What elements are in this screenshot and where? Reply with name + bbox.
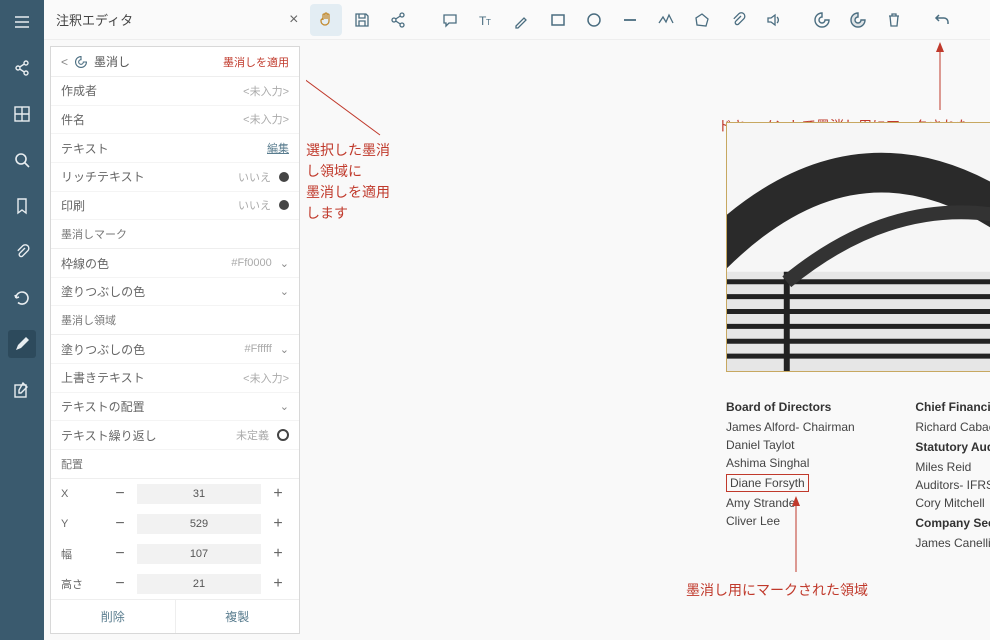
menu-icon[interactable] [8,8,36,36]
w-value[interactable]: 107 [137,544,261,564]
h-value[interactable]: 21 [137,574,261,594]
board-item: Ashima Singhal [726,456,887,470]
h-decrement-button[interactable]: − [109,573,131,595]
x-increment-button[interactable]: + [267,483,289,505]
annotation-type-label: 墨消し [94,53,130,70]
share-top-button[interactable] [382,4,414,36]
print-toggle[interactable] [279,200,289,210]
delete-button[interactable] [878,4,910,36]
board-item: Cliver Lee [726,514,887,528]
x-decrement-button[interactable]: − [109,483,131,505]
print-value: いいえ [238,197,271,213]
richtext-value: いいえ [238,169,271,185]
text-tool-button[interactable]: TT [470,4,502,36]
top-toolbar: 注釈エディタ × TT [44,0,990,40]
attach-tool-button[interactable] [722,4,754,36]
panel-title: 注釈エディタ [52,10,133,29]
w-increment-button[interactable]: + [267,543,289,565]
overlay-text-value[interactable]: <未入力> [243,370,289,386]
edit-pencil-icon[interactable] [8,330,36,358]
cfo-title: Chief Financial Officer [915,400,990,414]
comment-button[interactable] [434,4,466,36]
richtext-toggle[interactable] [279,172,289,182]
delete-annotation-button[interactable]: 削除 [51,600,175,633]
subject-value[interactable]: <未入力> [243,111,289,127]
polygon-tool-button[interactable] [686,4,718,36]
section-position: 配置 [51,450,299,479]
circle-tool-button[interactable] [578,4,610,36]
bookmark-icon[interactable] [8,192,36,220]
outline-color-chevron-icon[interactable]: ⌄ [280,257,289,270]
section-area: 墨消し領域 [51,306,299,335]
x-label: X [61,488,103,500]
y-increment-button[interactable]: + [267,513,289,535]
print-label: 印刷 [61,197,85,214]
search-icon[interactable] [8,146,36,174]
document-canvas: 選択した墨消し領域に 墨消しを適用します ドキュメントで墨消し用にマークされた … [306,40,990,640]
back-chevron-icon[interactable]: < [61,55,68,69]
fill-color-chevron-icon[interactable]: ⌄ [280,285,289,298]
undo-button[interactable] [926,4,958,36]
author-label: 作成者 [61,82,97,99]
callout-marked-area: 墨消し用にマークされた領域 [686,580,868,601]
polyline-tool-button[interactable] [650,4,682,36]
board-title: Board of Directors [726,400,887,414]
board-item: Amy Strande [726,496,887,510]
author-value[interactable]: <未入力> [243,83,289,99]
text-align-chevron-icon[interactable]: ⌄ [280,400,289,413]
h-increment-button[interactable]: + [267,573,289,595]
richtext-label: リッチテキスト [61,168,145,185]
secretary-title: Company Secretary [915,516,990,530]
annotation-editor-panel: < 墨消し 墨消しを適用 作成者 <未入力> 件名 <未入力> テキスト 編集 リッチ… [50,46,300,634]
h-label: 高さ [61,576,103,592]
grid-icon[interactable] [8,100,36,128]
x-value[interactable]: 31 [137,484,261,504]
w-decrement-button[interactable]: − [109,543,131,565]
y-decrement-button[interactable]: − [109,513,131,535]
duplicate-annotation-button[interactable]: 複製 [175,600,300,633]
w-label: 幅 [61,546,103,562]
redact-mark-button[interactable] [806,4,838,36]
area-fill-chevron-icon[interactable]: ⌄ [280,343,289,356]
column-officers: Chief Financial Officer Richard Cabacana… [915,400,990,622]
line-tool-button[interactable] [614,4,646,36]
y-label: Y [61,518,103,530]
left-toolbar [0,0,44,640]
redaction-marked-text[interactable]: Diane Forsyth [726,474,809,492]
text-edit-link[interactable]: 編集 [267,140,289,156]
area-fill-value[interactable]: #Ffffff [244,343,271,355]
rect-tool-button[interactable] [542,4,574,36]
document-image [726,122,990,372]
compose-icon[interactable] [8,376,36,404]
text-repeat-label: テキスト繰り返し [61,427,157,444]
apply-redaction-link[interactable]: 墨消しを適用 [223,54,289,70]
callout-apply-selected: 選択した墨消し領域に 墨消しを適用します [306,140,395,224]
undo-path-icon[interactable] [8,284,36,312]
overlay-text-label: 上書きテキスト [61,369,145,386]
text-align-label: テキストの配置 [61,398,145,415]
outline-color-value[interactable]: #Ff0000 [231,257,271,269]
y-value[interactable]: 529 [137,514,261,534]
area-fill-label: 塗りつぶしの色 [61,341,145,358]
section-mark: 墨消しマーク [51,220,299,249]
redact-apply-button[interactable] [842,4,874,36]
save-button[interactable] [346,4,378,36]
text-label: テキスト [61,140,109,157]
outline-color-label: 枠線の色 [61,255,109,272]
fill-color-label: 塗りつぶしの色 [61,283,145,300]
board-item: James Alford- Chairman [726,420,887,434]
attachment-icon[interactable] [8,238,36,266]
svg-text:T: T [486,18,491,27]
auditors-title: Statutory Auditors [915,440,990,454]
pen-tool-button[interactable] [506,4,538,36]
subject-label: 件名 [61,111,85,128]
hand-tool-button[interactable] [310,4,342,36]
sound-tool-button[interactable] [758,4,790,36]
redact-type-icon [74,55,88,69]
share-icon[interactable] [8,54,36,82]
text-repeat-value: 未定義 [236,427,269,443]
close-panel-button[interactable]: × [281,11,306,29]
board-item: Daniel Taylot [726,438,887,452]
text-repeat-toggle[interactable] [277,429,289,441]
